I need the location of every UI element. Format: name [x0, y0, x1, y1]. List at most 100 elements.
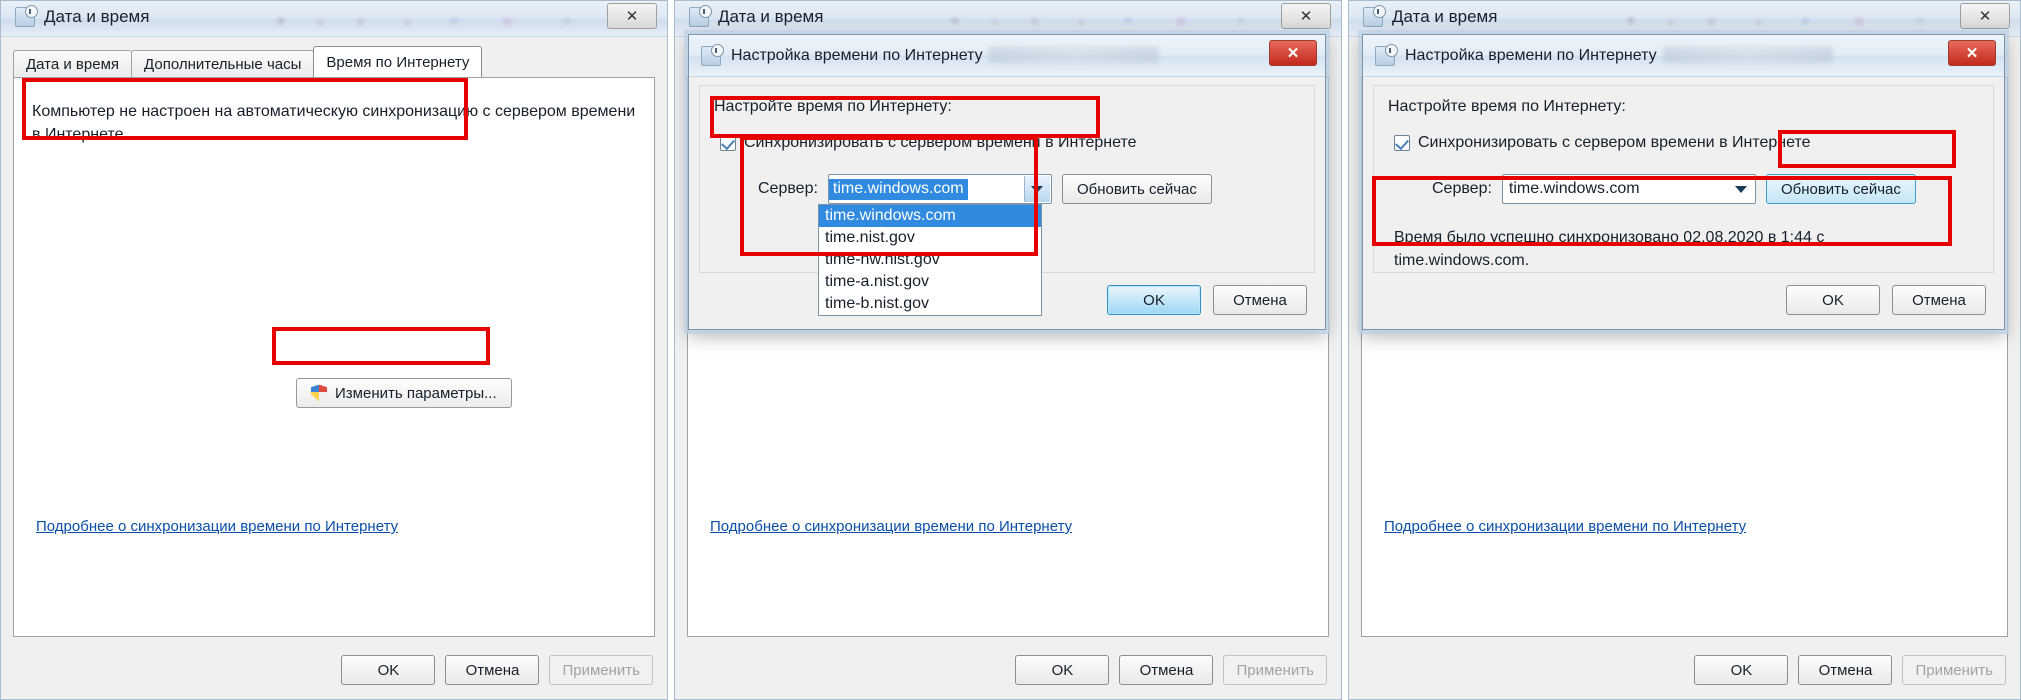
dialog-button-row: OK Отмена	[1107, 285, 1307, 315]
date-time-icon	[1363, 5, 1386, 27]
window-title-label: Дата и время	[718, 7, 824, 26]
dialog-close-button[interactable]: ✕	[1269, 40, 1317, 66]
list-item[interactable]: time.windows.com	[819, 205, 1041, 227]
dialog-content-area: Настройте время по Интернету: Синхронизи…	[1373, 85, 1994, 273]
dialog-title-label: Настройка времени по Интернету	[1405, 46, 1657, 64]
server-combobox[interactable]: time.windows.com	[827, 174, 1052, 204]
sync-checkbox-row[interactable]: Синхронизировать с сервером времени в Ин…	[720, 134, 1137, 152]
date-time-icon	[15, 5, 38, 27]
window-close-button[interactable]: ✕	[1281, 3, 1331, 29]
tab-additional-clocks[interactable]: Дополнительные часы	[131, 50, 315, 77]
dialog-ok-button[interactable]: OK	[1786, 285, 1880, 315]
dialog-body: Настройте время по Интернету: Синхронизи…	[1363, 77, 2004, 329]
ok-button[interactable]: OK	[1694, 655, 1789, 685]
server-dropdown-list[interactable]: time.windows.com time.nist.gov time-nw.n…	[818, 204, 1042, 316]
tab-label: Дата и время	[26, 55, 120, 73]
date-time-icon	[1375, 43, 1398, 66]
ok-button[interactable]: OK	[1015, 655, 1110, 685]
tab-label: Время по Интернету	[326, 53, 470, 71]
change-settings-button[interactable]: Изменить параметры...	[296, 378, 512, 408]
cancel-button[interactable]: Отмена	[1798, 655, 1893, 685]
date-time-icon	[701, 43, 724, 66]
date-time-icon	[689, 5, 712, 27]
sync-notice-text: Компьютер не настроен на автоматическую …	[32, 103, 636, 144]
panel-separator	[668, 0, 674, 700]
update-now-button[interactable]: Обновить сейчас	[1765, 174, 1916, 204]
chevron-down-icon[interactable]	[1023, 176, 1050, 202]
change-settings-label: Изменить параметры...	[335, 384, 497, 402]
list-item[interactable]: time-a.nist.gov	[819, 271, 1041, 293]
window-title-label: Дата и время	[1392, 7, 1498, 26]
dialog-intro-text: Настройте время по Интернету:	[714, 98, 952, 115]
date-time-window: Дата и время ✕ Дата и время Дополнительн…	[0, 0, 668, 700]
internet-time-help-link[interactable]: Подробнее о синхронизации времени по Инт…	[1384, 518, 1746, 535]
internet-time-help-link[interactable]: Подробнее о синхронизации времени по Инт…	[710, 518, 1072, 535]
sync-checkbox-label: Синхронизировать с сервером времени в Ин…	[744, 134, 1137, 151]
cancel-button[interactable]: Отмена	[445, 655, 540, 685]
close-icon: ✕	[1299, 8, 1313, 25]
panel-step-1: Дата и время ✕ Дата и время Дополнительн…	[0, 0, 668, 700]
checkbox-checked-icon[interactable]	[1394, 135, 1410, 151]
close-icon: ✕	[1978, 8, 1992, 25]
close-icon: ✕	[625, 8, 639, 25]
dialog-ok-button[interactable]: OK	[1107, 285, 1201, 315]
list-item[interactable]: time-b.nist.gov	[819, 293, 1041, 315]
checkbox-checked-icon[interactable]	[720, 135, 736, 151]
tab-internet-time[interactable]: Время по Интернету	[313, 46, 483, 77]
dialog-body: Настройте время по Интернету: Синхронизи…	[689, 77, 1325, 329]
window-title-bar: Дата и время ✕	[1349, 1, 2020, 37]
title-bar-backdrop	[1663, 47, 1833, 63]
update-now-button[interactable]: Обновить сейчас	[1061, 174, 1212, 204]
dialog-cancel-button[interactable]: Отмена	[1213, 285, 1307, 315]
dialog-intro-text: Настройте время по Интернету:	[1388, 98, 1626, 115]
list-item[interactable]: time-nw.nist.gov	[819, 249, 1041, 271]
sync-checkbox-row[interactable]: Синхронизировать с сервером времени в Ин…	[1394, 134, 1811, 152]
dialog-button-row: OK Отмена	[1786, 285, 1986, 315]
ok-button[interactable]: OK	[341, 655, 436, 685]
uac-shield-icon	[311, 384, 327, 402]
server-label: Сервер:	[1432, 180, 1492, 197]
window-close-button[interactable]: ✕	[607, 3, 657, 29]
window-button-row: OK Отмена Применить	[1015, 655, 1327, 685]
sync-status-message: Время было успешно синхронизовано 02.08.…	[1394, 229, 1825, 270]
window-button-row: OK Отмена Применить	[1694, 655, 2006, 685]
server-label: Сервер:	[758, 180, 818, 197]
window-close-button[interactable]: ✕	[1960, 3, 2010, 29]
window-title-bar: Дата и время ✕	[1, 1, 667, 37]
server-combobox[interactable]: time.windows.com	[1501, 174, 1756, 204]
panel-step-2: Дата и время ✕ Подробнее о синхронизации…	[674, 0, 1342, 700]
internet-time-settings-dialog: Настройка времени по Интернету ✕ Настрой…	[1362, 34, 2005, 330]
list-item[interactable]: time.nist.gov	[819, 227, 1041, 249]
window-title-label: Дата и время	[44, 7, 150, 26]
panel-step-3: Дата и время ✕ Подробнее о синхронизации…	[1348, 0, 2021, 700]
cancel-button[interactable]: Отмена	[1119, 655, 1214, 685]
internet-time-settings-dialog: Настройка времени по Интернету ✕ Настрой…	[688, 34, 1326, 330]
tab-date-time[interactable]: Дата и время	[13, 50, 133, 77]
apply-button: Применить	[1223, 655, 1327, 685]
dialog-content-area: Настройте время по Интернету: Синхронизи…	[699, 85, 1315, 316]
dialog-cancel-button[interactable]: Отмена	[1892, 285, 1986, 315]
window-body: Дата и время Дополнительные часы Время п…	[1, 37, 667, 699]
tab-strip: Дата и время Дополнительные часы Время п…	[13, 46, 655, 77]
chevron-down-icon[interactable]	[1728, 176, 1754, 202]
dialog-close-button[interactable]: ✕	[1948, 40, 1996, 66]
tab-label: Дополнительные часы	[144, 55, 302, 73]
window-title-bar: Дата и время ✕	[675, 1, 1341, 37]
internet-time-tab-panel: Компьютер не настроен на автоматическую …	[13, 77, 655, 637]
window-title: Дата и время	[1363, 5, 1498, 27]
internet-time-help-link[interactable]: Подробнее о синхронизации времени по Инт…	[36, 518, 398, 535]
panel-separator	[1342, 0, 1348, 700]
dialog-title-bar: Настройка времени по Интернету ✕	[689, 35, 1325, 77]
window-button-row: OK Отмена Применить	[341, 655, 653, 685]
screenshot-stage: Дата и время ✕ Дата и время Дополнительн…	[0, 0, 2021, 700]
server-row: Сервер: time.windows.com Обновить сейчас	[758, 174, 1212, 204]
server-row: Сервер: time.windows.com Обновить сейчас	[1432, 174, 1916, 204]
close-icon: ✕	[1965, 45, 1979, 62]
window-title: Дата и время	[689, 5, 824, 27]
server-combobox-value: time.windows.com	[828, 178, 968, 200]
title-bar-backdrop	[989, 47, 1159, 63]
dialog-title-bar: Настройка времени по Интернету ✕	[1363, 35, 2004, 77]
window-title: Дата и время	[15, 5, 150, 27]
dialog-title-label: Настройка времени по Интернету	[731, 46, 983, 64]
server-combobox-value: time.windows.com	[1508, 180, 1640, 197]
